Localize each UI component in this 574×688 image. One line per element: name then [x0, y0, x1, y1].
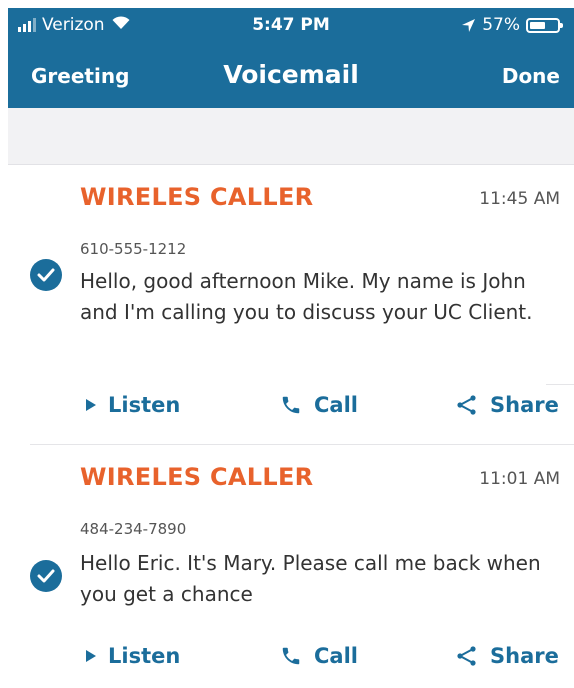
- share-button[interactable]: Share: [456, 393, 559, 417]
- share-icon: [456, 645, 478, 667]
- list-header-spacer: [8, 108, 574, 165]
- share-label: Share: [490, 393, 559, 417]
- caller-name: WIRELES CALLER: [80, 183, 314, 211]
- share-icon: [456, 394, 478, 416]
- selected-check-icon[interactable]: [30, 560, 62, 592]
- selected-check-icon[interactable]: [30, 259, 62, 291]
- nav-bar: Greeting Voicemail Done: [8, 52, 574, 102]
- share-button[interactable]: Share: [456, 644, 559, 668]
- divider: [546, 384, 574, 385]
- call-button[interactable]: Call: [280, 393, 358, 417]
- done-button[interactable]: Done: [502, 64, 560, 88]
- battery-level-fill: [530, 21, 545, 29]
- voicemail-item[interactable]: WIRELES CALLER 11:01 AM 484-234-7890 Hel…: [8, 445, 574, 688]
- listen-label: Listen: [108, 644, 181, 668]
- location-arrow-icon: [461, 18, 476, 33]
- voicemail-item[interactable]: WIRELES CALLER 11:45 AM 610-555-1212 Hel…: [8, 165, 574, 445]
- voicemail-transcript: Hello Eric. It's Mary. Please call me ba…: [80, 551, 541, 606]
- play-icon: [86, 650, 96, 662]
- caller-name: WIRELES CALLER: [80, 463, 314, 491]
- status-right: 57%: [461, 15, 563, 35]
- battery-percent: 57%: [482, 15, 520, 35]
- status-bar: Verizon 5:47 PM 57%: [8, 8, 574, 42]
- voicemail-screen: Verizon 5:47 PM 57% Greeting Voicemail D…: [8, 8, 574, 688]
- call-label: Call: [314, 393, 358, 417]
- listen-button[interactable]: Listen: [86, 644, 180, 668]
- voicemail-time: 11:01 AM: [479, 469, 560, 489]
- caller-number: 610-555-1212: [80, 240, 187, 258]
- play-icon: [86, 399, 96, 411]
- call-label: Call: [314, 644, 358, 668]
- phone-icon: [280, 394, 302, 416]
- caller-number: 484-234-7890: [80, 520, 187, 538]
- voicemail-time: 11:45 AM: [479, 189, 560, 209]
- listen-button[interactable]: Listen: [86, 393, 180, 417]
- voicemail-transcript: Hello, good afternoon Mike. My name is J…: [80, 269, 533, 324]
- listen-label: Listen: [108, 393, 181, 417]
- call-button[interactable]: Call: [280, 644, 358, 668]
- page-title: Voicemail: [223, 60, 359, 89]
- phone-icon: [280, 645, 302, 667]
- battery-icon: [526, 17, 563, 33]
- share-label: Share: [490, 644, 559, 668]
